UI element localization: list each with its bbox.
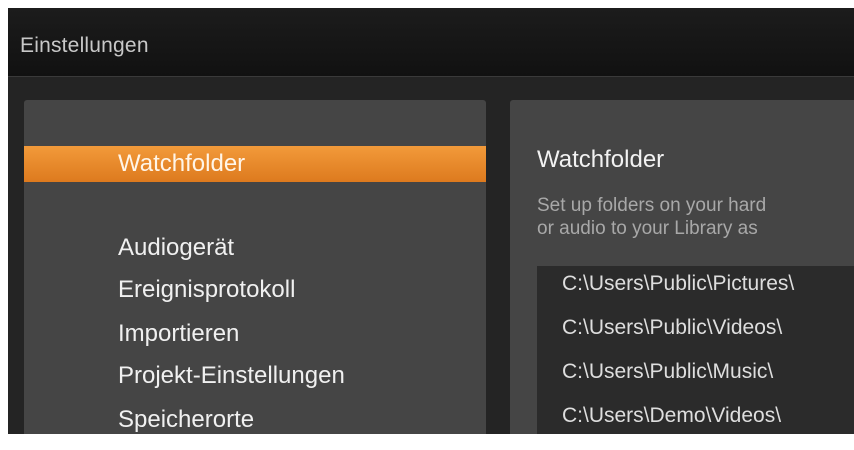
list-item[interactable]: C:\Users\Demo\Videos\ bbox=[537, 398, 854, 434]
sidebar-item-speicherorte[interactable]: Speicherorte bbox=[24, 402, 486, 434]
folder-path: C:\Users\Public\Videos\ bbox=[562, 316, 783, 339]
sidebar-item-label: Watchfolder bbox=[118, 150, 246, 177]
section-description: Set up folders on your hard or audio to … bbox=[537, 194, 766, 240]
description-line: Set up folders on your hard bbox=[537, 195, 767, 216]
section-title: Watchfolder bbox=[537, 146, 665, 173]
sidebar-item-label: Audiogerät bbox=[118, 234, 235, 261]
description-line: or audio to your Library as bbox=[537, 218, 758, 239]
list-item[interactable]: C:\Users\Public\Pictures\ bbox=[537, 266, 854, 302]
sidebar-item-ereignisprotokoll[interactable]: Ereignisprotokoll bbox=[24, 272, 486, 308]
folder-path: C:\Users\Demo\Videos\ bbox=[562, 404, 782, 427]
window-title: Einstellungen bbox=[20, 34, 149, 57]
sidebar-item-audiogeraet[interactable]: Audiogerät bbox=[24, 230, 486, 266]
sidebar-item-label: Importieren bbox=[118, 320, 240, 347]
sidebar-item-label: Projekt-Einstellungen bbox=[118, 362, 345, 389]
folder-path: C:\Users\Public\Pictures\ bbox=[562, 272, 795, 295]
sidebar-item-watchfolder[interactable]: Watchfolder bbox=[24, 146, 486, 182]
watchfolder-panel: Watchfolder Set up folders on your hard … bbox=[510, 100, 854, 434]
sidebar-item-importieren[interactable]: Importieren bbox=[24, 316, 486, 352]
list-item[interactable]: C:\Users\Public\Videos\ bbox=[537, 310, 854, 346]
settings-window: Einstellungen Watchfolder Audiogerät Ere… bbox=[8, 8, 854, 434]
sidebar-item-projekt-einstellungen[interactable]: Projekt-Einstellungen bbox=[24, 358, 486, 394]
sidebar-item-label: Speicherorte bbox=[118, 406, 255, 433]
watchfolder-list[interactable]: C:\Users\Public\Pictures\ C:\Users\Publi… bbox=[537, 266, 854, 434]
folder-path: C:\Users\Public\Music\ bbox=[562, 360, 774, 383]
title-bar: Einstellungen bbox=[8, 8, 854, 77]
list-item[interactable]: C:\Users\Public\Music\ bbox=[537, 354, 854, 390]
sidebar-item-label: Ereignisprotokoll bbox=[118, 276, 296, 303]
settings-sidebar: Watchfolder Audiogerät Ereignisprotokoll… bbox=[24, 100, 486, 434]
